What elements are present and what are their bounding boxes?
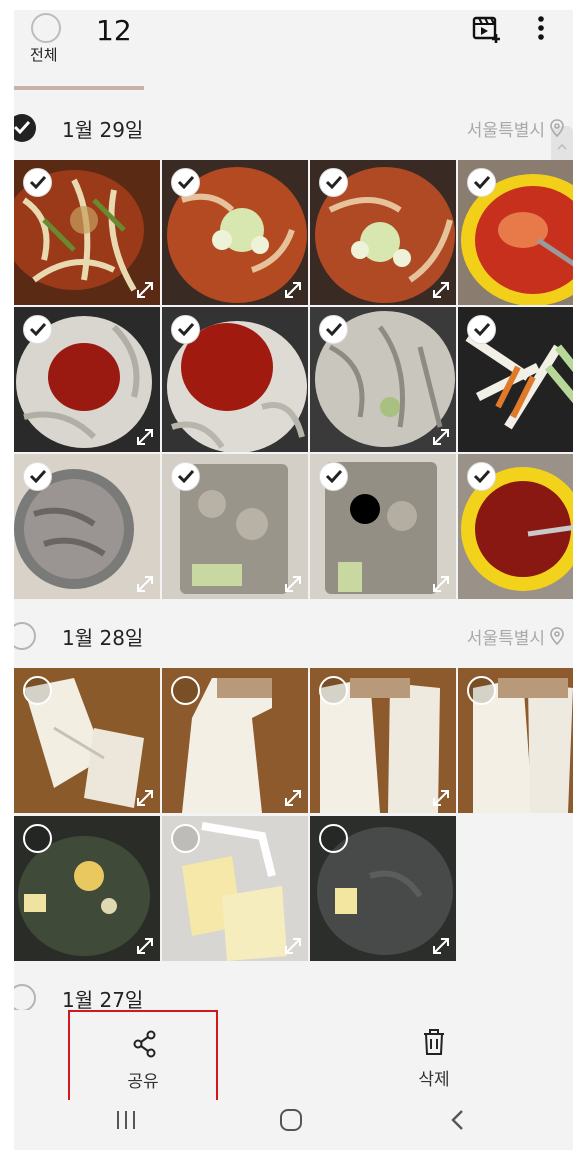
photo-thumbnail[interactable] bbox=[162, 307, 308, 452]
photo-select-checkbox[interactable] bbox=[23, 168, 52, 197]
check-icon bbox=[473, 175, 491, 189]
check-icon bbox=[473, 469, 491, 483]
selected-count: 12 bbox=[96, 14, 132, 47]
photo-select-checkbox[interactable] bbox=[171, 168, 200, 197]
photo-thumbnail[interactable] bbox=[14, 307, 160, 452]
expand-icon[interactable] bbox=[134, 279, 156, 301]
expand-icon[interactable] bbox=[134, 787, 156, 809]
photo-select-checkbox[interactable] bbox=[467, 462, 496, 491]
photo-select-checkbox[interactable] bbox=[23, 315, 52, 344]
more-options-icon[interactable] bbox=[529, 14, 559, 44]
expand-icon[interactable] bbox=[134, 426, 156, 448]
check-icon bbox=[14, 120, 31, 134]
photo-thumbnail[interactable] bbox=[458, 454, 573, 599]
location-pin-icon bbox=[550, 119, 564, 137]
photo-thumbnail[interactable] bbox=[310, 160, 456, 305]
photo-thumbnail[interactable] bbox=[310, 668, 456, 813]
expand-icon[interactable] bbox=[282, 935, 304, 957]
expand-icon[interactable] bbox=[282, 573, 304, 595]
group-select-checkbox[interactable] bbox=[14, 114, 36, 142]
check-icon bbox=[325, 175, 343, 189]
photo-select-checkbox[interactable] bbox=[467, 315, 496, 344]
photo-thumbnail[interactable] bbox=[162, 816, 308, 961]
location-pin-icon bbox=[550, 627, 564, 645]
date-label: 1월 27일 bbox=[62, 988, 144, 1012]
photo-thumbnail[interactable] bbox=[162, 454, 308, 599]
gallery-screen: 전체 12 1월 29일 서울특별시 1월 28일 서울특별시 1월 27일 공… bbox=[14, 10, 573, 1150]
check-icon bbox=[177, 469, 195, 483]
date-label: 1월 28일 bbox=[62, 626, 144, 650]
photo-thumbnail[interactable] bbox=[14, 816, 160, 961]
photo-select-checkbox[interactable] bbox=[23, 824, 52, 853]
date-header-jan-29: 1월 29일 서울특별시 bbox=[14, 108, 573, 148]
expand-icon[interactable] bbox=[134, 573, 156, 595]
expand-icon[interactable] bbox=[282, 787, 304, 809]
expand-icon[interactable] bbox=[430, 573, 452, 595]
photo-select-checkbox[interactable] bbox=[319, 168, 348, 197]
photo-select-checkbox[interactable] bbox=[171, 676, 200, 705]
check-icon bbox=[473, 322, 491, 336]
photo-select-checkbox[interactable] bbox=[319, 462, 348, 491]
share-button[interactable]: 공유 bbox=[68, 1010, 218, 1104]
photo-thumbnail[interactable] bbox=[310, 816, 456, 961]
photo-select-checkbox[interactable] bbox=[467, 676, 496, 705]
photo-thumbnail[interactable] bbox=[14, 160, 160, 305]
check-icon bbox=[325, 322, 343, 336]
expand-icon[interactable] bbox=[282, 279, 304, 301]
photo-select-checkbox[interactable] bbox=[319, 676, 348, 705]
expand-icon[interactable] bbox=[430, 787, 452, 809]
back-icon[interactable] bbox=[448, 1108, 468, 1132]
create-movie-icon[interactable] bbox=[472, 14, 502, 44]
delete-button[interactable]: 삭제 bbox=[374, 1018, 494, 1098]
check-icon bbox=[177, 322, 195, 336]
photo-select-checkbox[interactable] bbox=[319, 315, 348, 344]
select-all-label: 전체 bbox=[30, 46, 58, 64]
expand-icon[interactable] bbox=[430, 426, 452, 448]
photo-select-checkbox[interactable] bbox=[23, 676, 52, 705]
date-label: 1월 29일 bbox=[62, 118, 144, 142]
check-icon bbox=[29, 175, 47, 189]
bottom-action-bar: 공유 삭제 bbox=[14, 1010, 573, 1104]
photo-thumbnail[interactable] bbox=[458, 668, 573, 813]
share-label: 공유 bbox=[127, 1072, 159, 1092]
photo-thumbnail[interactable] bbox=[162, 668, 308, 813]
recent-apps-icon[interactable] bbox=[114, 1108, 138, 1132]
photo-select-checkbox[interactable] bbox=[467, 168, 496, 197]
date-header-jan-28: 1월 28일 서울특별시 bbox=[14, 616, 573, 656]
photo-select-checkbox[interactable] bbox=[171, 824, 200, 853]
location-label[interactable]: 서울특별시 bbox=[467, 624, 545, 649]
photo-thumbnail[interactable] bbox=[14, 668, 160, 813]
share-icon bbox=[133, 1030, 156, 1058]
expand-icon[interactable] bbox=[134, 935, 156, 957]
photo-select-checkbox[interactable] bbox=[319, 824, 348, 853]
system-navigation-bar bbox=[14, 1100, 573, 1150]
group-select-checkbox[interactable] bbox=[14, 622, 36, 650]
select-all-checkbox[interactable] bbox=[31, 13, 61, 43]
photo-select-checkbox[interactable] bbox=[171, 315, 200, 344]
photo-thumbnail[interactable] bbox=[310, 454, 456, 599]
delete-label: 삭제 bbox=[418, 1070, 450, 1090]
photo-thumbnail[interactable] bbox=[162, 160, 308, 305]
photo-thumbnail[interactable] bbox=[458, 307, 573, 452]
photo-select-checkbox[interactable] bbox=[171, 462, 200, 491]
check-icon bbox=[29, 469, 47, 483]
tab-indicator bbox=[14, 86, 144, 90]
check-icon bbox=[177, 175, 195, 189]
check-icon bbox=[29, 322, 47, 336]
photo-thumbnail[interactable] bbox=[310, 307, 456, 452]
location-label[interactable]: 서울특별시 bbox=[467, 116, 545, 141]
check-icon bbox=[325, 469, 343, 483]
photo-thumbnail[interactable] bbox=[458, 160, 573, 305]
group-select-checkbox[interactable] bbox=[14, 984, 36, 1012]
photo-thumbnail[interactable] bbox=[14, 454, 160, 599]
home-icon[interactable] bbox=[278, 1108, 304, 1132]
trash-icon bbox=[424, 1029, 444, 1055]
expand-icon[interactable] bbox=[430, 935, 452, 957]
expand-icon[interactable] bbox=[430, 279, 452, 301]
photo-select-checkbox[interactable] bbox=[23, 462, 52, 491]
selection-toolbar: 전체 12 bbox=[14, 10, 573, 90]
